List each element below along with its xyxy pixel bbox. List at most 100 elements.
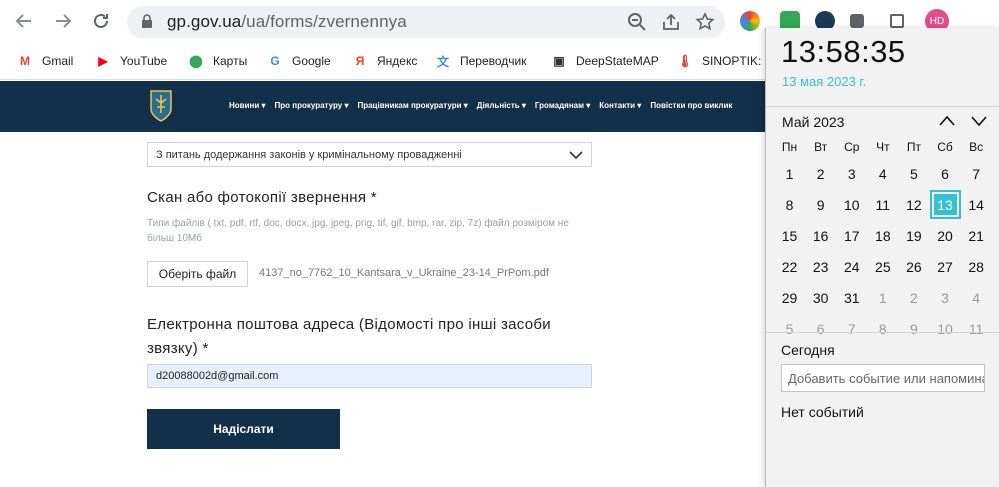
calendar-month[interactable]: Май 2023: [782, 114, 844, 130]
calendar-day[interactable]: 3: [836, 158, 867, 189]
menu-item-4[interactable]: Громадянам ▾: [535, 101, 590, 110]
topic-select[interactable]: З питань додержання законів у кримінальн…: [147, 142, 592, 167]
extensions-puzzle-icon[interactable]: [850, 14, 864, 28]
back-arrow-icon: [15, 14, 31, 28]
calendar-day[interactable]: 6: [805, 313, 836, 344]
calendar-day[interactable]: 2: [805, 158, 836, 189]
calendar-day[interactable]: 3: [929, 282, 960, 313]
calendar-day[interactable]: 26: [898, 251, 929, 282]
calendar-day[interactable]: 27: [929, 251, 960, 282]
menu-item-0[interactable]: Новини ▾: [229, 101, 266, 110]
weekday-header: Пн Вт Ср Чт Пт Сб Вс: [774, 136, 992, 158]
calendar-day[interactable]: 21: [961, 220, 992, 251]
calendar-day-number: 9: [910, 320, 918, 337]
calendar-day[interactable]: 8: [774, 189, 805, 220]
calendar-day[interactable]: 18: [867, 220, 898, 251]
extension-color-icon[interactable]: [740, 11, 760, 31]
calendar-day[interactable]: 2: [898, 282, 929, 313]
calendar-day-number: 13: [929, 190, 961, 219]
maps-icon: ⬤: [189, 54, 203, 68]
calendar-day-number: 24: [843, 258, 860, 275]
prosecutor-emblem-icon[interactable]: [147, 89, 175, 123]
calendar-day[interactable]: 1: [867, 282, 898, 313]
calendar-day[interactable]: 11: [867, 189, 898, 220]
calendar-day[interactable]: 4: [867, 158, 898, 189]
choose-file-button[interactable]: Оберіть файл: [147, 261, 248, 287]
bookmark-2[interactable]: ⬤ Карты: [187, 52, 247, 70]
calendar-day-number: 7: [847, 320, 856, 337]
reload-icon: [94, 13, 108, 28]
share-icon[interactable]: [661, 12, 681, 32]
email-label-line-2: звязку) *: [147, 340, 209, 357]
forward-button[interactable]: [51, 9, 75, 33]
bookmark-label: Яндекс: [377, 54, 418, 68]
calendar-day[interactable]: 11: [961, 313, 992, 344]
bookmark-5[interactable]: 文 Переводчик: [434, 52, 527, 70]
calendar-day[interactable]: 28: [961, 251, 992, 282]
calendar-day[interactable]: 8: [867, 313, 898, 344]
menu-item-6[interactable]: Повістки про виклик: [650, 101, 732, 110]
calendar-day[interactable]: 1: [774, 158, 805, 189]
calendar-week: 8 9 10 11 12 13 14: [774, 189, 992, 220]
calendar-day[interactable]: 19: [898, 220, 929, 251]
calendar-day[interactable]: 7: [836, 313, 867, 344]
calendar-day[interactable]: 10: [929, 313, 960, 344]
calendar-day[interactable]: 12: [898, 189, 929, 220]
menu-item-5[interactable]: Контакти ▾: [599, 101, 641, 110]
calendar-day[interactable]: 14: [961, 189, 992, 220]
bookmark-label: Карты: [213, 54, 248, 68]
menu-item-2[interactable]: Працівникам прокуратури ▾: [357, 101, 467, 110]
side-panel-icon[interactable]: [890, 14, 904, 28]
bookmark-1[interactable]: ▶ YouTube: [94, 52, 167, 70]
calendar-day-number: 8: [785, 196, 794, 213]
calendar-day[interactable]: 10: [836, 189, 867, 220]
calendar-day[interactable]: 5: [774, 313, 805, 344]
chevron-up-icon[interactable]: [938, 114, 956, 128]
calendar-day[interactable]: 6: [929, 158, 960, 189]
calendar-day[interactable]: 23: [805, 251, 836, 282]
calendar-day[interactable]: 29: [774, 282, 805, 313]
menu-item-1[interactable]: Про прокуратуру ▾: [275, 101, 349, 110]
calendar-day-number: 21: [968, 227, 984, 244]
bookmark-star-icon[interactable]: [695, 12, 715, 32]
bookmark-3[interactable]: G Google: [266, 52, 330, 70]
menu-item-3[interactable]: Діяльність ▾: [477, 101, 526, 110]
calendar-day[interactable]: 9: [805, 189, 836, 220]
calendar-day[interactable]: 9: [898, 313, 929, 344]
calendar-day[interactable]: 20: [929, 220, 960, 251]
calendar-day[interactable]: 7: [961, 158, 992, 189]
bookmark-7[interactable]: 🌡 SINOPTIK: П: [676, 52, 773, 70]
calendar-day-number: 15: [781, 227, 798, 244]
reload-button[interactable]: [89, 9, 113, 33]
weekday-label: Чт: [876, 140, 890, 154]
add-event-input[interactable]: Добавить событие или напоминание: [781, 364, 985, 392]
calendar-day[interactable]: 31: [836, 282, 867, 313]
calendar-day-number: 3: [941, 289, 949, 306]
bookmark-0[interactable]: M Gmail: [16, 52, 73, 70]
calendar-day[interactable]: 16: [805, 220, 836, 251]
calendar-day[interactable]: 25: [867, 251, 898, 282]
calendar-day[interactable]: 5: [898, 158, 929, 189]
email-input[interactable]: d20088002d@gmail.com: [147, 364, 592, 388]
calendar-day[interactable]: 4: [961, 282, 992, 313]
clock-date[interactable]: 13 мая 2023 г.: [782, 74, 866, 89]
zoom-icon[interactable]: [627, 12, 647, 32]
calendar-day[interactable]: 22: [774, 251, 805, 282]
back-button[interactable]: [12, 9, 36, 33]
bookmark-6[interactable]: ▣ DeepStateMAP: [550, 52, 658, 70]
submit-button[interactable]: Надіслати: [147, 409, 340, 449]
calendar-day-today[interactable]: 13: [929, 189, 961, 220]
calendar-day-number: 10: [843, 196, 860, 213]
calendar-day[interactable]: 30: [805, 282, 836, 313]
calendar-day[interactable]: 17: [836, 220, 867, 251]
calendar-day[interactable]: 15: [774, 220, 805, 251]
calendar-day[interactable]: 24: [836, 251, 867, 282]
bookmark-label: SINOPTIK: П: [702, 54, 774, 68]
chevron-down-icon[interactable]: [970, 114, 988, 128]
bookmark-4[interactable]: Я Яндекс: [351, 52, 418, 70]
divider: [766, 106, 999, 107]
google-icon: G: [270, 54, 280, 68]
calendar-day-number: 17: [843, 227, 860, 244]
address-bar[interactable]: gp.gov.ua/ua/forms/zvernennya: [127, 6, 725, 38]
appeal-form: З питань додержання законів у кримінальн…: [0, 132, 765, 487]
